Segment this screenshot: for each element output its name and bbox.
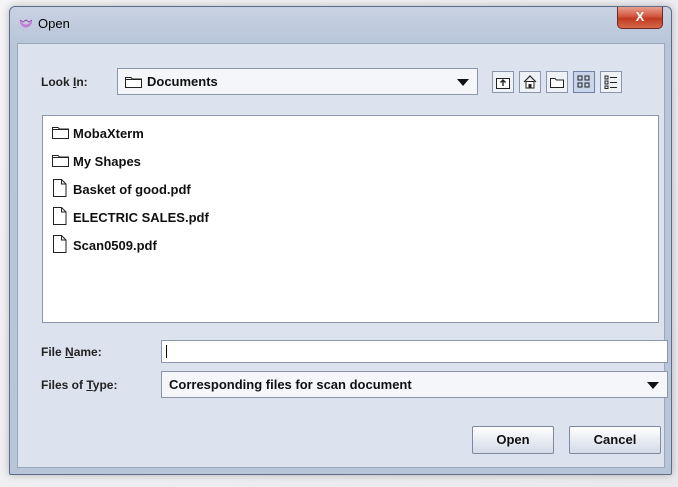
file-name: MobaXterm (73, 126, 144, 141)
file-name: Scan0509.pdf (73, 238, 157, 253)
list-view-icon (577, 75, 590, 88)
folder-icon (52, 127, 69, 139)
document-icon (53, 179, 67, 197)
file-name: My Shapes (73, 154, 141, 169)
file-name-label: File Name: (41, 345, 102, 359)
details-view-icon (604, 75, 617, 89)
chevron-down-icon (457, 79, 469, 86)
files-of-type-value: Corresponding files for scan document (169, 377, 412, 392)
new-folder-icon (550, 78, 564, 88)
look-in-combo[interactable]: Documents (117, 68, 478, 95)
window-title: Open (38, 16, 70, 31)
file-list[interactable]: MobaXterm My Shapes Basket of good.pdf E… (42, 115, 659, 323)
close-icon: X (635, 9, 645, 24)
text-caret (166, 345, 167, 358)
home-icon (523, 75, 537, 89)
home-button[interactable] (519, 71, 541, 93)
close-button[interactable]: X (617, 7, 663, 29)
file-name: ELECTRIC SALES.pdf (73, 210, 209, 225)
file-name-input[interactable] (161, 340, 668, 363)
cancel-button[interactable]: Cancel (569, 426, 661, 454)
document-icon (53, 235, 67, 253)
title-bar[interactable]: Open X (10, 7, 671, 43)
look-in-value: Documents (147, 74, 218, 89)
files-of-type-combo[interactable]: Corresponding files for scan document (161, 371, 668, 398)
java-app-icon (19, 19, 33, 28)
look-in-label: Look In: (41, 75, 88, 89)
new-folder-button[interactable] (546, 71, 568, 93)
list-view-button[interactable] (573, 71, 595, 93)
folder-icon (52, 155, 69, 167)
folder-icon (125, 77, 142, 88)
up-one-level-icon (496, 78, 510, 89)
chevron-down-icon (647, 382, 659, 389)
up-one-level-button[interactable] (492, 71, 514, 93)
dialog-client-area: Look In: Documents MobaXterm My Shapes B… (17, 43, 668, 468)
open-button[interactable]: Open (472, 426, 554, 454)
document-icon (53, 207, 67, 225)
file-name: Basket of good.pdf (73, 182, 191, 197)
details-view-button[interactable] (600, 71, 622, 93)
files-of-type-label: Files of Type: (41, 378, 118, 392)
open-dialog: Open X Look In: Documents MobaXterm My S… (9, 6, 672, 475)
